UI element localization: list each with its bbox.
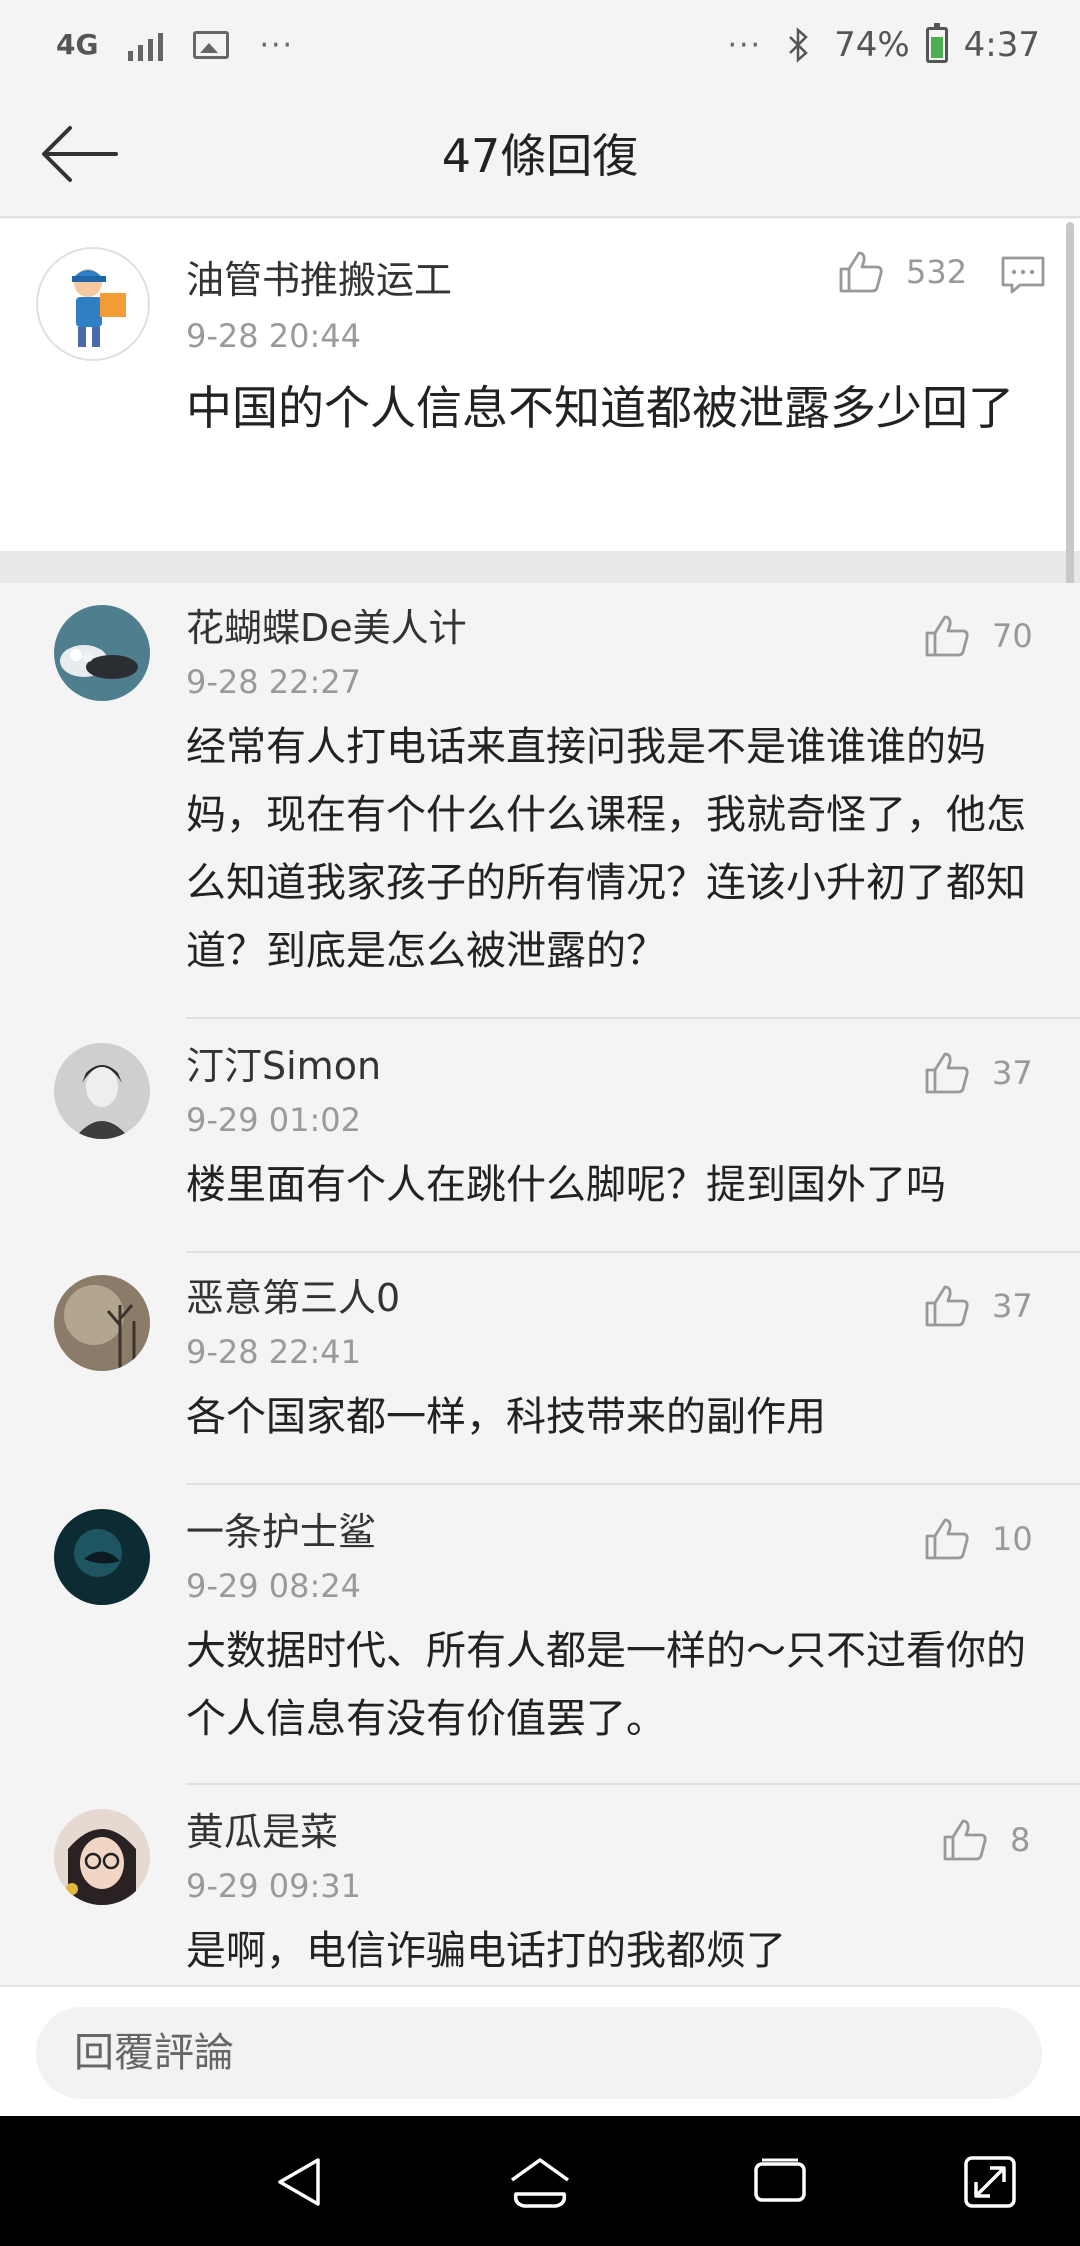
section-divider <box>0 551 1080 583</box>
more-status-icon: ··· <box>727 27 763 63</box>
reply-time: 9-29 08:24 <box>186 1567 362 1605</box>
reply-time: 9-29 01:02 <box>186 1101 362 1139</box>
avatar[interactable] <box>36 247 150 361</box>
recent-apps-icon <box>754 2158 806 2202</box>
home-icon <box>510 2158 570 2208</box>
nav-home-button[interactable] <box>508 2154 572 2214</box>
underwater-avatar-icon <box>54 1509 150 1605</box>
thumbs-up-icon <box>925 615 969 657</box>
reply-author[interactable]: 恶意第三人0 <box>186 1267 400 1322</box>
like-count: 10 <box>992 1520 1033 1558</box>
like-count: 37 <box>992 1287 1033 1325</box>
page-title: 47條回復 <box>441 129 639 183</box>
more-notifications-icon: ··· <box>259 27 295 63</box>
avatar[interactable] <box>54 1809 150 1905</box>
reply-author[interactable]: 一条护士鲨 <box>186 1501 376 1556</box>
thumbs-up-icon <box>925 1052 969 1094</box>
foggy-trees-avatar-icon <box>54 1275 150 1371</box>
avatar[interactable] <box>54 1043 150 1139</box>
reply-time: 9-28 22:27 <box>186 663 362 701</box>
girl-glasses-avatar-icon <box>54 1809 150 1905</box>
delivery-man-avatar-icon <box>72 269 126 347</box>
network-type: 4G <box>56 28 99 61</box>
expand-arrows-icon <box>964 2156 1016 2208</box>
like-count: 8 <box>1010 1821 1031 1859</box>
reply-text: 楼里面有个人在跳什么脚呢？提到国外了吗 <box>186 1162 946 1208</box>
triangle-back-icon <box>278 2158 320 2206</box>
like-count: 37 <box>992 1054 1033 1092</box>
battery-percent: 74% <box>834 25 910 65</box>
reply-time: 9-28 22:41 <box>186 1333 362 1371</box>
header: 47條回復 <box>0 90 1080 218</box>
reply-time: 9-29 09:31 <box>186 1867 362 1905</box>
divider <box>186 1017 1080 1019</box>
like-button[interactable]: 10 <box>924 1516 1033 1562</box>
divider <box>186 1783 1080 1785</box>
bluetooth-icon <box>789 27 808 63</box>
status-left: 4G ··· <box>56 28 294 63</box>
comment-author[interactable]: 油管书推搬运工 <box>186 249 452 304</box>
like-button[interactable]: 37 <box>924 1283 1033 1329</box>
thumbs-up-icon <box>943 1819 987 1861</box>
divider <box>186 1251 1080 1253</box>
comment-time: 9-28 20:44 <box>186 317 362 355</box>
like-count: 532 <box>906 253 968 291</box>
drawn-man-avatar-icon <box>54 1043 150 1139</box>
like-button[interactable]: 532 <box>838 249 967 295</box>
signal-icon <box>128 29 164 61</box>
comment-icon <box>1001 256 1045 294</box>
nav-back-button[interactable] <box>272 2154 328 2214</box>
reply-list: 花蝴蝶De美人计 9-28 22:27 70 经常有人打电话来直接问我是不是谁谁… <box>0 583 1080 1985</box>
like-button[interactable]: 37 <box>924 1050 1033 1096</box>
clock: 4:37 <box>963 25 1040 65</box>
like-button[interactable]: 8 <box>942 1817 1030 1863</box>
comment-text: 中国的个人信息不知道都被泄露多少回了 <box>186 381 1014 435</box>
thumbs-up-icon <box>925 1518 969 1560</box>
reply-text: 大数据时代、所有人都是一样的～只不过看你的个人信息有没有价值罢了。 <box>186 1628 1026 1742</box>
thumbs-up-icon <box>925 1285 969 1327</box>
main-comment: 油管书推搬运工 9-28 20:44 532 中国的个人信息不知道都被泄露多少回… <box>0 219 1080 551</box>
reply-text: 是啊，电信诈骗电话打的我都烦了 <box>186 1928 786 1974</box>
battery-icon <box>925 23 948 63</box>
reply-button[interactable] <box>1000 255 1046 299</box>
like-count: 70 <box>992 617 1033 655</box>
flower-avatar-icon <box>54 605 150 701</box>
status-right: ··· 74% 4:37 <box>727 23 1040 65</box>
reply-text: 经常有人打电话来直接问我是不是谁谁谁的妈妈，现在有个什么什么课程，我就奇怪了，他… <box>186 724 1026 974</box>
avatar[interactable] <box>54 1509 150 1605</box>
image-notification-icon <box>193 31 230 59</box>
reply-comment-input[interactable] <box>36 2007 1042 2099</box>
reply-author[interactable]: 汀汀Simon <box>186 1035 381 1090</box>
avatar[interactable] <box>54 1275 150 1371</box>
reply-author[interactable]: 黄瓜是菜 <box>186 1801 338 1856</box>
reply-text: 各个国家都一样，科技带来的副作用 <box>186 1394 826 1440</box>
reply-input-bar <box>0 1985 1080 2116</box>
avatar[interactable] <box>54 605 150 701</box>
nav-recents-button[interactable] <box>750 2154 810 2214</box>
divider <box>186 1483 1080 1485</box>
thumbs-up-icon <box>839 251 883 293</box>
nav-expand-button[interactable] <box>962 2154 1018 2214</box>
status-bar: 4G ··· ··· 74% 4:37 <box>0 0 1080 90</box>
reply-author[interactable]: 花蝴蝶De美人计 <box>186 597 467 652</box>
like-button[interactable]: 70 <box>924 613 1033 659</box>
system-nav-bar <box>0 2116 1080 2246</box>
